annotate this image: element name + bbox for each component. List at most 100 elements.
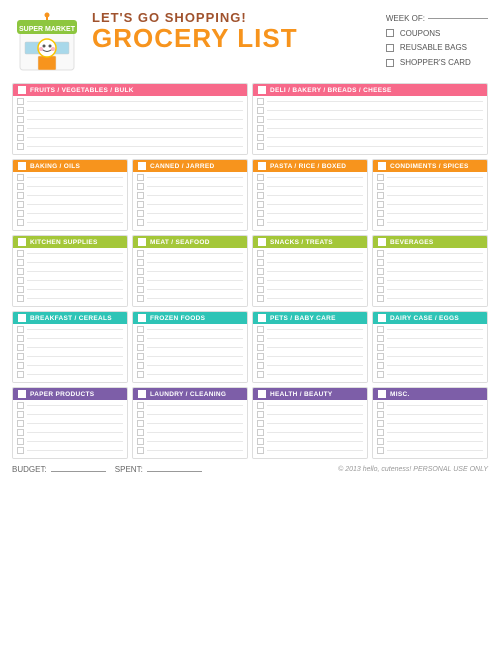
item-checkbox[interactable] [137,353,144,360]
item-checkbox[interactable] [17,134,24,141]
item-checkbox[interactable] [257,286,264,293]
item-checkbox[interactable] [377,353,384,360]
item-checkbox[interactable] [257,210,264,217]
item-checkbox[interactable] [257,125,264,132]
item-checkbox[interactable] [257,116,264,123]
item-checkbox[interactable] [257,335,264,342]
item-checkbox[interactable] [137,183,144,190]
item-checkbox[interactable] [137,402,144,409]
item-checkbox[interactable] [137,250,144,257]
item-checkbox[interactable] [17,125,24,132]
item-checkbox[interactable] [257,259,264,266]
item-checkbox[interactable] [257,447,264,454]
item-checkbox[interactable] [17,277,24,284]
item-checkbox[interactable] [257,174,264,181]
item-checkbox[interactable] [17,447,24,454]
item-checkbox[interactable] [377,362,384,369]
item-checkbox[interactable] [17,326,24,333]
item-checkbox[interactable] [17,420,24,427]
item-checkbox[interactable] [257,371,264,378]
item-checkbox[interactable] [17,219,24,226]
item-checkbox[interactable] [17,438,24,445]
item-checkbox[interactable] [137,438,144,445]
item-checkbox[interactable] [17,371,24,378]
item-checkbox[interactable] [257,192,264,199]
item-checkbox[interactable] [257,402,264,409]
item-checkbox[interactable] [377,259,384,266]
item-checkbox[interactable] [137,219,144,226]
item-checkbox[interactable] [377,447,384,454]
item-checkbox[interactable] [377,183,384,190]
item-checkbox[interactable] [137,259,144,266]
item-checkbox[interactable] [377,344,384,351]
item-checkbox[interactable] [377,174,384,181]
item-checkbox[interactable] [137,295,144,302]
item-checkbox[interactable] [257,277,264,284]
item-checkbox[interactable] [137,411,144,418]
item-checkbox[interactable] [377,438,384,445]
item-checkbox[interactable] [257,362,264,369]
item-checkbox[interactable] [377,326,384,333]
item-checkbox[interactable] [17,286,24,293]
item-checkbox[interactable] [17,98,24,105]
item-checkbox[interactable] [257,134,264,141]
item-checkbox[interactable] [137,174,144,181]
item-checkbox[interactable] [137,210,144,217]
item-checkbox[interactable] [257,183,264,190]
item-checkbox[interactable] [137,362,144,369]
item-checkbox[interactable] [377,371,384,378]
item-checkbox[interactable] [257,326,264,333]
item-checkbox[interactable] [137,335,144,342]
item-checkbox[interactable] [377,219,384,226]
item-checkbox[interactable] [137,420,144,427]
item-checkbox[interactable] [137,429,144,436]
item-checkbox[interactable] [17,411,24,418]
item-checkbox[interactable] [17,259,24,266]
item-checkbox[interactable] [137,344,144,351]
item-checkbox[interactable] [17,201,24,208]
item-checkbox[interactable] [257,250,264,257]
item-checkbox[interactable] [257,268,264,275]
item-checkbox[interactable] [257,353,264,360]
item-checkbox[interactable] [257,344,264,351]
item-checkbox[interactable] [17,429,24,436]
item-checkbox[interactable] [17,402,24,409]
item-checkbox[interactable] [17,268,24,275]
item-checkbox[interactable] [17,174,24,181]
item-checkbox[interactable] [377,201,384,208]
item-checkbox[interactable] [17,344,24,351]
item-checkbox[interactable] [377,192,384,199]
item-checkbox[interactable] [17,116,24,123]
item-checkbox[interactable] [17,250,24,257]
item-checkbox[interactable] [377,210,384,217]
item-checkbox[interactable] [257,420,264,427]
item-checkbox[interactable] [137,268,144,275]
item-checkbox[interactable] [257,201,264,208]
item-checkbox[interactable] [17,210,24,217]
item-checkbox[interactable] [257,219,264,226]
item-checkbox[interactable] [17,183,24,190]
item-checkbox[interactable] [17,362,24,369]
item-checkbox[interactable] [257,107,264,114]
item-checkbox[interactable] [137,326,144,333]
item-checkbox[interactable] [377,411,384,418]
item-checkbox[interactable] [257,98,264,105]
item-checkbox[interactable] [137,286,144,293]
item-checkbox[interactable] [377,295,384,302]
item-checkbox[interactable] [17,353,24,360]
item-checkbox[interactable] [17,192,24,199]
item-checkbox[interactable] [377,402,384,409]
item-checkbox[interactable] [17,335,24,342]
item-checkbox[interactable] [377,268,384,275]
item-checkbox[interactable] [377,420,384,427]
reusable-bags-check[interactable] [386,44,394,52]
shoppers-card-check[interactable] [386,59,394,67]
item-checkbox[interactable] [137,371,144,378]
item-checkbox[interactable] [377,335,384,342]
item-checkbox[interactable] [377,277,384,284]
item-checkbox[interactable] [17,143,24,150]
item-checkbox[interactable] [17,295,24,302]
coupons-check[interactable] [386,29,394,37]
item-checkbox[interactable] [377,429,384,436]
item-checkbox[interactable] [137,192,144,199]
